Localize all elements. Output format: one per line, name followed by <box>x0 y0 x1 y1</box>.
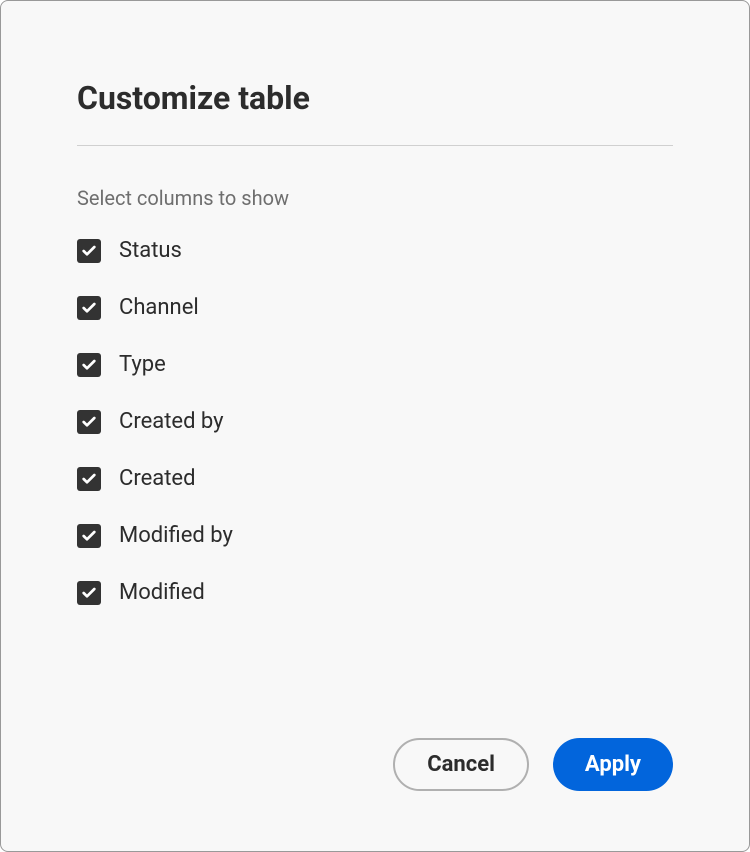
checkbox-channel[interactable] <box>77 296 101 320</box>
dialog-button-row: Cancel Apply <box>77 698 673 791</box>
apply-button[interactable]: Apply <box>553 738 673 791</box>
divider <box>77 145 673 146</box>
checkbox-row-type[interactable]: Type <box>77 352 673 377</box>
checkbox-status[interactable] <box>77 239 101 263</box>
checkmark-icon <box>81 300 97 316</box>
checkbox-modified-by[interactable] <box>77 524 101 548</box>
column-checkbox-list: Status Channel Type Created by Created <box>77 238 673 605</box>
checkmark-icon <box>81 414 97 430</box>
checkbox-created[interactable] <box>77 467 101 491</box>
checkbox-label: Modified by <box>119 523 233 548</box>
checkmark-icon <box>81 471 97 487</box>
checkbox-type[interactable] <box>77 353 101 377</box>
dialog-title: Customize table <box>77 79 673 117</box>
checkbox-row-status[interactable]: Status <box>77 238 673 263</box>
checkbox-label: Created <box>119 466 195 491</box>
checkbox-label: Channel <box>119 295 199 320</box>
checkbox-row-modified-by[interactable]: Modified by <box>77 523 673 548</box>
checkbox-created-by[interactable] <box>77 410 101 434</box>
checkmark-icon <box>81 585 97 601</box>
checkbox-label: Modified <box>119 580 205 605</box>
checkbox-row-created[interactable]: Created <box>77 466 673 491</box>
checkbox-label: Status <box>119 238 182 263</box>
checkbox-label: Created by <box>119 409 224 434</box>
checkmark-icon <box>81 243 97 259</box>
dialog-subtitle: Select columns to show <box>77 186 673 210</box>
checkbox-row-channel[interactable]: Channel <box>77 295 673 320</box>
checkmark-icon <box>81 528 97 544</box>
checkbox-row-created-by[interactable]: Created by <box>77 409 673 434</box>
checkbox-modified[interactable] <box>77 581 101 605</box>
checkbox-row-modified[interactable]: Modified <box>77 580 673 605</box>
customize-table-dialog: Customize table Select columns to show S… <box>0 0 750 852</box>
checkmark-icon <box>81 357 97 373</box>
checkbox-label: Type <box>119 352 166 377</box>
cancel-button[interactable]: Cancel <box>393 738 529 791</box>
